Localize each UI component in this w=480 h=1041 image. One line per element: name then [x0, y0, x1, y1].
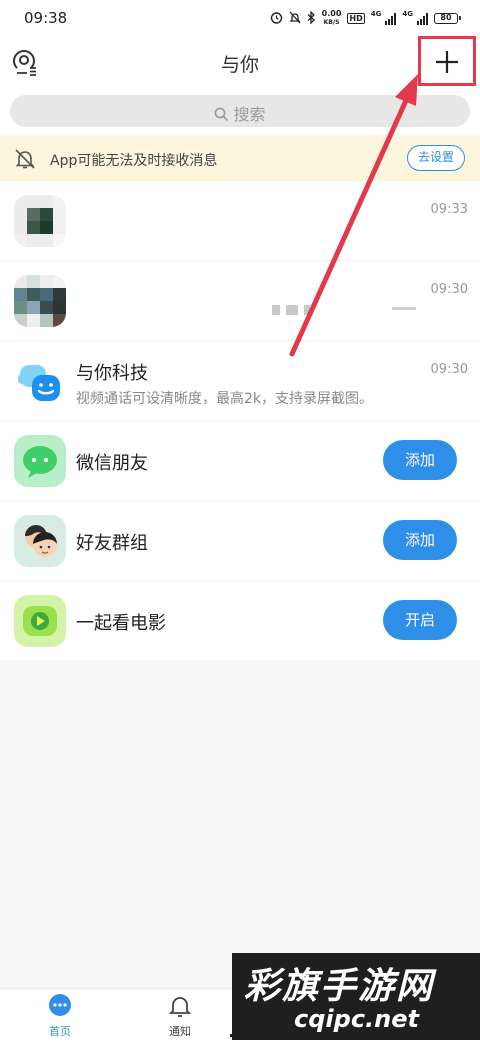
list-item-friend-groups[interactable]: 好友群组 添加 [0, 501, 480, 581]
home-chat-icon [49, 994, 71, 1016]
item-name: 与你科技 [76, 363, 148, 384]
avatar [14, 515, 66, 567]
search-placeholder: 搜索 [233, 105, 266, 124]
notice-text: App可能无法及时接收消息 [50, 153, 218, 169]
yuni-logo-icon [18, 365, 60, 401]
avatar [14, 435, 66, 487]
item-name: 一起看电影 [76, 613, 166, 634]
net-speed: 0.00 KB/S [322, 10, 342, 27]
nav-notify-tab[interactable]: 通知 [150, 993, 210, 1039]
search-icon [215, 107, 229, 122]
item-name: 好友群组 [76, 533, 148, 554]
search-input[interactable]: 搜索 [10, 95, 470, 127]
nav-home-label: 首页 [49, 1025, 71, 1038]
nav-home-tab[interactable]: 首页 [30, 993, 90, 1039]
search-bar-container: 搜索 [0, 88, 480, 134]
bluetooth-icon [307, 9, 316, 27]
list-item[interactable]: 与你科技 视频通话可设清晰度，最高2k，支持录屏截图。 09:30 [0, 341, 480, 421]
avatar [14, 195, 66, 247]
list-item-wechat-friends[interactable]: 微信朋友 添加 [0, 421, 480, 501]
item-time: 09:33 [430, 202, 468, 217]
redacted-text [392, 307, 416, 310]
go-settings-button[interactable]: 去设置 [407, 145, 465, 171]
avatar [14, 275, 66, 327]
item-name: 微信朋友 [76, 453, 148, 474]
notification-off-icon [15, 149, 35, 169]
list-item[interactable]: 09:33 [0, 181, 480, 261]
app-logo-avatar [14, 355, 66, 407]
avatar [14, 595, 66, 647]
watermark-chinese: 彩旗手游网 [244, 966, 435, 1007]
status-icons: 0.00 KB/S HD 4G 4G 80 [270, 9, 461, 27]
redacted-text [272, 305, 310, 315]
bell-icon [168, 997, 192, 1017]
nav-notify-label: 通知 [169, 1025, 191, 1038]
app-header: 与你 [0, 36, 480, 88]
conversation-list: 09:33 09:30 与你科技 视频通话可设清晰度，最高2k，支持录屏截图。 … [0, 181, 480, 660]
plus-icon [436, 51, 458, 73]
list-item-watch-movie[interactable]: 一起看电影 开启 [0, 581, 480, 660]
signal-icon-2 [417, 12, 428, 25]
hd-badge: HD [347, 13, 365, 24]
movie-play-icon [23, 606, 57, 636]
group-people-icon [25, 525, 57, 557]
net-speed-value: 0.00 [321, 9, 342, 18]
status-time: 09:38 [24, 9, 68, 27]
mute-icon [289, 11, 301, 27]
signal-icon-1 [385, 12, 397, 25]
status-bar: 09:38 0.00 KB/S HD 4G 4G 80 [0, 0, 480, 36]
add-friend-group-button[interactable]: 添加 [383, 520, 457, 560]
wechat-chat-icon [23, 446, 57, 478]
add-wechat-friends-button[interactable]: 添加 [383, 440, 457, 480]
watermark-url: cqipc.net [294, 1005, 419, 1033]
alarm-icon [270, 11, 283, 27]
net-type-1: 4G [370, 10, 382, 18]
add-button[interactable] [418, 36, 476, 86]
item-time: 09:30 [430, 282, 468, 297]
enable-watch-movie-button[interactable]: 开启 [383, 600, 457, 640]
item-subtitle: 视频通话可设清晰度，最高2k，支持录屏截图。 [76, 391, 374, 407]
net-type-2: 4G [402, 10, 413, 18]
battery-icon: 80 [434, 13, 461, 24]
net-speed-unit: KB/S [323, 19, 340, 26]
item-time: 09:30 [430, 362, 468, 377]
site-watermark: 彩旗手游网 cqipc.net [232, 953, 480, 1040]
page-title: 与你 [220, 54, 259, 76]
list-item[interactable]: 09:30 [0, 261, 480, 341]
notification-warning-banner: App可能无法及时接收消息 去设置 [0, 137, 480, 181]
